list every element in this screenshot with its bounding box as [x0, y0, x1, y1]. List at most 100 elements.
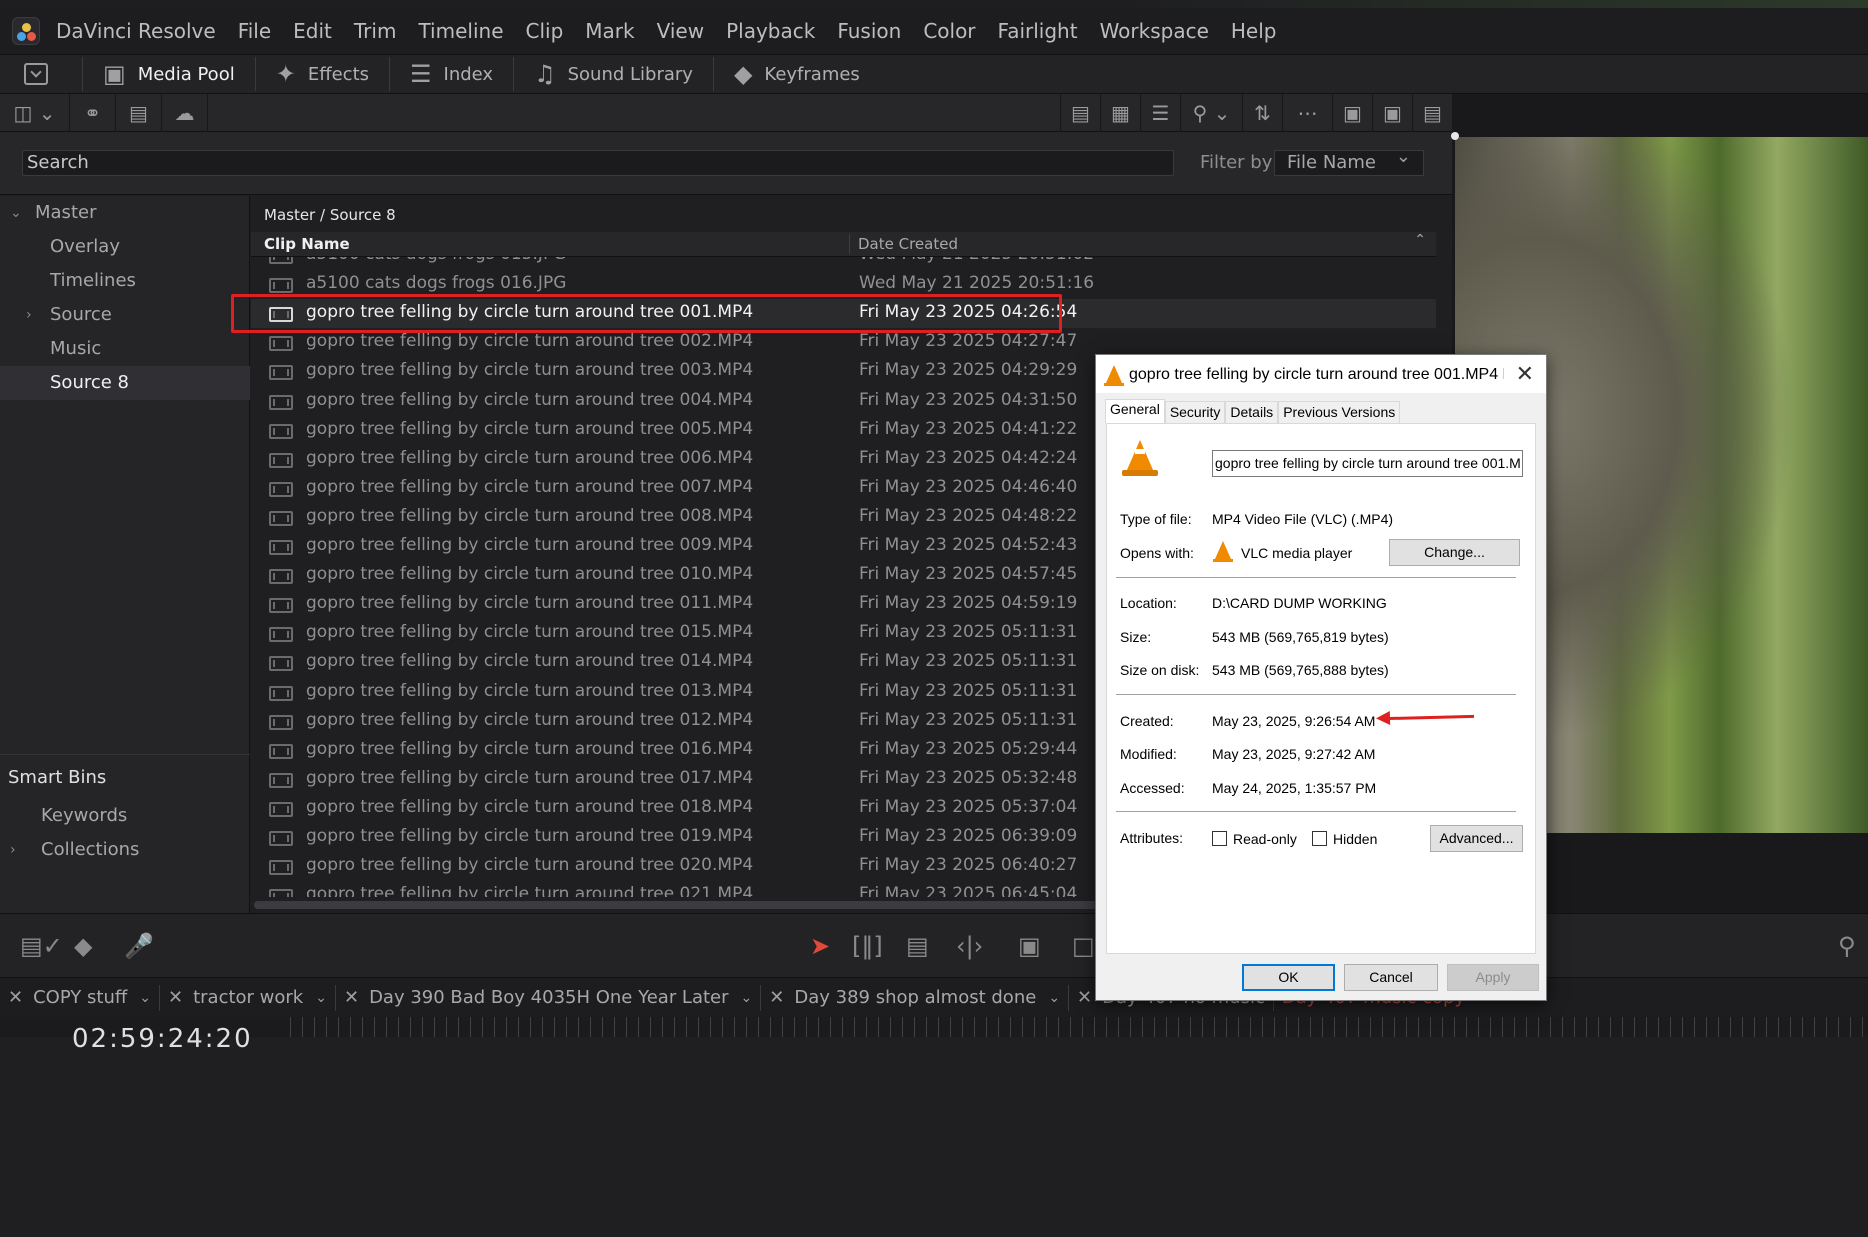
menu-fairlight[interactable]: Fairlight [998, 19, 1078, 43]
table-row[interactable]: a5100 cats dogs frogs 015.JPG Wed May 21 … [251, 257, 1436, 270]
sort-icon[interactable]: ⇅ [1242, 93, 1282, 132]
sound-library-button[interactable]: ♫ Sound Library [526, 60, 701, 88]
safe-area-icon[interactable]: ▣ [1372, 93, 1412, 132]
tab-security[interactable]: Security [1164, 401, 1226, 423]
media-pool-button[interactable]: ▣ Media Pool [95, 60, 243, 88]
chevron-right-icon[interactable]: › [26, 298, 32, 332]
menu-file[interactable]: File [238, 19, 271, 43]
microphone-icon[interactable]: 🎤 [124, 932, 154, 960]
toolbar-divider [82, 57, 83, 91]
cloud-sync-icon[interactable]: ☁ [162, 93, 208, 132]
date-created: Fri May 23 2025 04:52:43 [859, 535, 1078, 555]
apply-button[interactable]: Apply [1447, 964, 1539, 991]
cancel-button[interactable]: Cancel [1344, 964, 1438, 991]
date-created: Fri May 23 2025 06:39:09 [859, 826, 1078, 846]
close-icon[interactable]: ✕ [344, 987, 359, 1008]
chevron-down-icon[interactable]: ⌄ [741, 990, 753, 1006]
selection-pointer-icon[interactable]: ➤ [810, 932, 830, 960]
menu-workspace[interactable]: Workspace [1100, 19, 1209, 43]
close-icon[interactable]: ✕ [1077, 987, 1092, 1008]
blade-icon[interactable]: ‹|› [956, 932, 983, 960]
bin-overlay[interactable]: Overlay [0, 230, 250, 264]
menu-timeline[interactable]: Timeline [418, 19, 503, 43]
bin-list-toggle-icon[interactable]: ◫ ⌄ [0, 93, 70, 132]
tab-general[interactable]: General [1105, 399, 1165, 423]
chevron-down-icon[interactable]: ⌄ [315, 990, 327, 1006]
hidden-checkbox[interactable] [1312, 831, 1327, 846]
more-options-icon[interactable]: ⋯ [1282, 93, 1332, 132]
chevron-right-icon[interactable]: › [10, 833, 16, 867]
menu-fusion[interactable]: Fusion [837, 19, 901, 43]
advanced-button[interactable]: Advanced... [1430, 825, 1523, 852]
insert-clip-icon[interactable]: ▣ [1018, 932, 1041, 960]
close-icon[interactable]: ✕ [769, 987, 784, 1008]
smart-bin-keywords[interactable]: Keywords [0, 799, 250, 833]
timeline-tab[interactable]: ✕ COPY stuff ⌄ [0, 984, 160, 1011]
menu-edit[interactable]: Edit [293, 19, 332, 43]
panel-collapse-icon[interactable] [24, 63, 48, 85]
smart-bin-collections[interactable]: › Collections [0, 833, 250, 867]
layout-icon[interactable]: ▤ [1412, 93, 1452, 132]
tab-previous-versions[interactable]: Previous Versions [1278, 401, 1401, 423]
index-button[interactable]: ☰ Index [402, 60, 501, 88]
toolbar-divider [254, 57, 256, 91]
edit-mode-icon[interactable]: ▤✓ [20, 932, 63, 960]
file-name-field[interactable]: gopro tree felling by circle turn around… [1212, 450, 1523, 477]
dialog-title-bar[interactable]: gopro tree felling by circle turn around… [1096, 355, 1546, 393]
menu-color[interactable]: Color [923, 19, 975, 43]
change-button[interactable]: Change... [1389, 539, 1520, 566]
davinci-logo-icon[interactable] [12, 17, 40, 45]
read-only-checkbox[interactable] [1212, 831, 1227, 846]
timeline-tab[interactable]: ✕ Day 389 shop almost done ⌄ [761, 984, 1070, 1011]
close-icon[interactable]: ✕ [168, 987, 183, 1008]
menu-view[interactable]: View [657, 19, 704, 43]
thumbnail-view-icon[interactable]: ▦ [1100, 93, 1140, 132]
chevron-down-icon[interactable]: ⌄ [139, 990, 151, 1006]
chevron-down-icon[interactable]: ⌄ [10, 196, 22, 230]
menu-mark[interactable]: Mark [585, 19, 634, 43]
keyframe-diamond-icon[interactable]: ◆ [74, 932, 92, 960]
chevron-down-icon[interactable]: ⌄ [1048, 990, 1060, 1006]
unlink-icon[interactable]: ⚭ [70, 93, 116, 132]
close-icon[interactable]: ✕ [1516, 361, 1534, 387]
bin-source-8[interactable]: Source 8 [0, 366, 250, 400]
close-icon[interactable]: ✕ [8, 987, 23, 1008]
bin-master[interactable]: ⌄ Master [0, 196, 250, 230]
menu-help[interactable]: Help [1231, 19, 1277, 43]
menu-clip[interactable]: Clip [526, 19, 564, 43]
film-clip-icon [269, 598, 293, 614]
clip-name: gopro tree felling by circle turn around… [306, 826, 754, 846]
column-date-created[interactable]: Date Created [858, 235, 958, 253]
menu-playback[interactable]: Playback [726, 19, 815, 43]
search-input[interactable]: Search [22, 150, 1174, 176]
menu-trim[interactable]: Trim [354, 19, 397, 43]
overwrite-clip-icon[interactable]: □ [1072, 932, 1095, 960]
film-clip-icon [269, 336, 293, 352]
column-divider[interactable] [849, 234, 850, 254]
modified-value: May 23, 2025, 9:27:42 AM [1212, 746, 1376, 762]
filter-by-select[interactable]: File Name [1274, 145, 1424, 176]
menu-app-name[interactable]: DaVinci Resolve [56, 19, 216, 43]
zoom-icon[interactable]: ⚲ [1838, 932, 1856, 960]
trim-edit-icon[interactable]: [‖] [852, 932, 883, 960]
ok-button[interactable]: OK [1242, 964, 1335, 991]
keyframes-button[interactable]: ◆ Keyframes [726, 60, 868, 88]
bin-music[interactable]: Music [0, 332, 250, 366]
window-top-strip [0, 0, 1868, 8]
list-view-icon[interactable]: ☰ [1140, 93, 1180, 132]
search-icon[interactable]: ⚲ ⌄ [1180, 93, 1242, 132]
timeline-tab[interactable]: ✕ Day 390 Bad Boy 4035H One Year Later ⌄ [336, 984, 762, 1011]
viewer-handle[interactable] [1451, 132, 1459, 140]
bin-timelines[interactable]: Timelines [0, 264, 250, 298]
bin-source[interactable]: › Source [0, 298, 250, 332]
sort-ascending-icon[interactable]: ⌃ [1414, 232, 1426, 248]
timeline-tab[interactable]: ✕ tractor work ⌄ [160, 984, 336, 1011]
metadata-view-icon[interactable]: ▤ [1060, 93, 1100, 132]
film-clip-icon [269, 394, 293, 410]
dynamic-trim-icon[interactable]: ▤ [906, 932, 929, 960]
column-clip-name[interactable]: Clip Name [264, 235, 350, 253]
viewer-image-icon[interactable]: ▣ [1332, 93, 1372, 132]
tab-details[interactable]: Details [1225, 401, 1279, 423]
comment-icon[interactable]: ▤ [116, 93, 162, 132]
effects-button[interactable]: ✦ Effects [268, 60, 377, 88]
